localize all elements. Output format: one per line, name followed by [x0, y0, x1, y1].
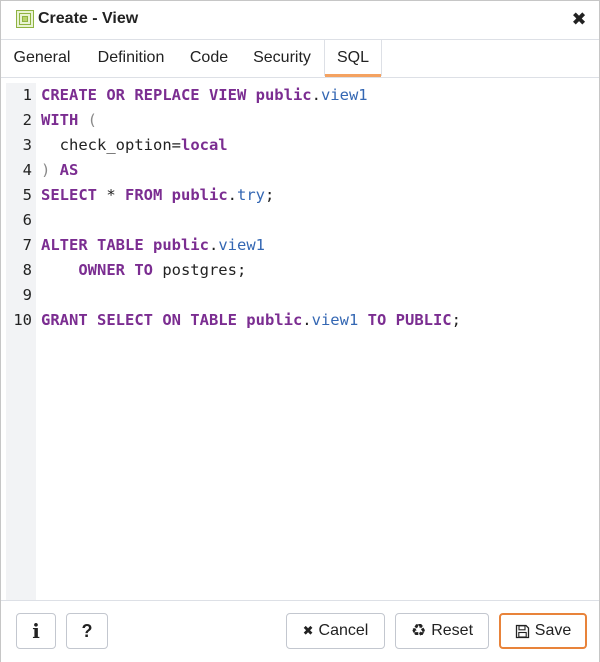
tab-bar: General Definition Code Security SQL [1, 40, 599, 78]
save-button[interactable]: Save [499, 613, 587, 649]
line-number: 8 [22, 261, 32, 279]
reset-label: Reset [431, 622, 474, 639]
code-token: AS [50, 161, 79, 179]
line-number: 3 [22, 136, 32, 154]
close-icon[interactable]: ✖ [569, 9, 589, 29]
code-token: postgres; [152, 261, 247, 279]
code-text: check_option=local [41, 133, 228, 158]
code-token: . [311, 86, 321, 104]
code-line: 1 CREATE OR REPLACE VIEW public.view1 [6, 83, 598, 108]
tab-code[interactable]: Code [181, 40, 237, 76]
line-number: 5 [22, 186, 32, 204]
code-token: ALTER TABLE public [41, 236, 209, 254]
code-line: 8 OWNER TO postgres; [6, 258, 598, 283]
code-line: 5 SELECT * FROM public.try; [6, 183, 598, 208]
recycle-icon: ♻ [410, 621, 427, 640]
line-number: 10 [13, 311, 32, 329]
code-token: WITH [41, 111, 79, 129]
code-token: local [180, 136, 228, 154]
line-number: 6 [22, 211, 32, 229]
sql-editor[interactable]: 1 CREATE OR REPLACE VIEW public.view1 2 WIT… [6, 83, 598, 600]
code-text: GRANT SELECT ON TABLE public.view1 TO PU… [41, 308, 461, 333]
dialog-footer: i ? ✖ Cancel ♻ Reset Save [1, 600, 599, 662]
code-line: 9 [6, 283, 598, 308]
tab-general[interactable]: General [3, 40, 81, 76]
view-icon [16, 10, 34, 28]
code-token: . [302, 311, 312, 329]
code-token: ; [265, 186, 275, 204]
code-text: WITH ( [41, 108, 97, 133]
code-token: view1 [320, 86, 368, 104]
code-text: ) AS [41, 158, 78, 183]
code-text: ALTER TABLE public.view1 [41, 233, 265, 258]
code-line: 6 [6, 208, 598, 233]
floppy-disk-icon [515, 624, 530, 639]
code-token: * [97, 186, 125, 204]
code-line: 3 check_option=local [6, 133, 598, 158]
close-icon: ✖ [302, 623, 314, 638]
line-number: 2 [22, 111, 32, 129]
code-token: OWNER TO [78, 261, 153, 279]
cancel-label: Cancel [318, 622, 369, 639]
help-button[interactable]: ? [66, 613, 108, 649]
cancel-button[interactable]: ✖ Cancel [286, 613, 385, 649]
code-token: CREATE OR REPLACE VIEW public [41, 86, 312, 104]
code-token: ( [78, 111, 97, 129]
create-view-dialog: Create - View ✖ General Definition Code … [0, 0, 600, 662]
dialog-title: Create - View [38, 10, 139, 27]
reset-button[interactable]: ♻ Reset [395, 613, 489, 649]
code-token: view1 [311, 311, 359, 329]
tab-security[interactable]: Security [241, 40, 323, 76]
code-token: GRANT SELECT ON TABLE public [41, 311, 303, 329]
info-button[interactable]: i [16, 613, 56, 649]
code-token: . [227, 186, 237, 204]
line-number: 4 [22, 161, 32, 179]
code-token: view1 [218, 236, 265, 254]
line-number: 7 [22, 236, 32, 254]
line-number: 1 [22, 86, 32, 104]
tab-sql[interactable]: SQL [324, 40, 382, 77]
code-line: 7 ALTER TABLE public.view1 [6, 233, 598, 258]
code-token: . [208, 236, 219, 254]
code-text: SELECT * FROM public.try; [41, 183, 274, 208]
line-number: 9 [22, 286, 32, 304]
code-token: SELECT [41, 186, 97, 204]
code-line: 4) AS [6, 158, 598, 183]
code-token: check_option= [41, 136, 181, 154]
code-line: 10 GRANT SELECT ON TABLE public.view1 TO … [6, 308, 598, 333]
dialog-titlebar[interactable]: Create - View ✖ [1, 1, 599, 40]
code-line: 2 WITH ( [6, 108, 598, 133]
code-text: CREATE OR REPLACE VIEW public.view1 [41, 83, 368, 108]
save-label: Save [534, 622, 572, 639]
code-token: try [237, 186, 265, 204]
code-token: FROM public [125, 186, 228, 204]
code-token: ) [41, 161, 51, 179]
question-icon: ? [81, 620, 93, 641]
tab-definition[interactable]: Definition [85, 40, 177, 76]
code-token: TO PUBLIC [367, 311, 452, 329]
code-text: OWNER TO postgres; [41, 258, 246, 283]
info-icon: i [32, 619, 40, 643]
code-token: ; [451, 311, 461, 329]
